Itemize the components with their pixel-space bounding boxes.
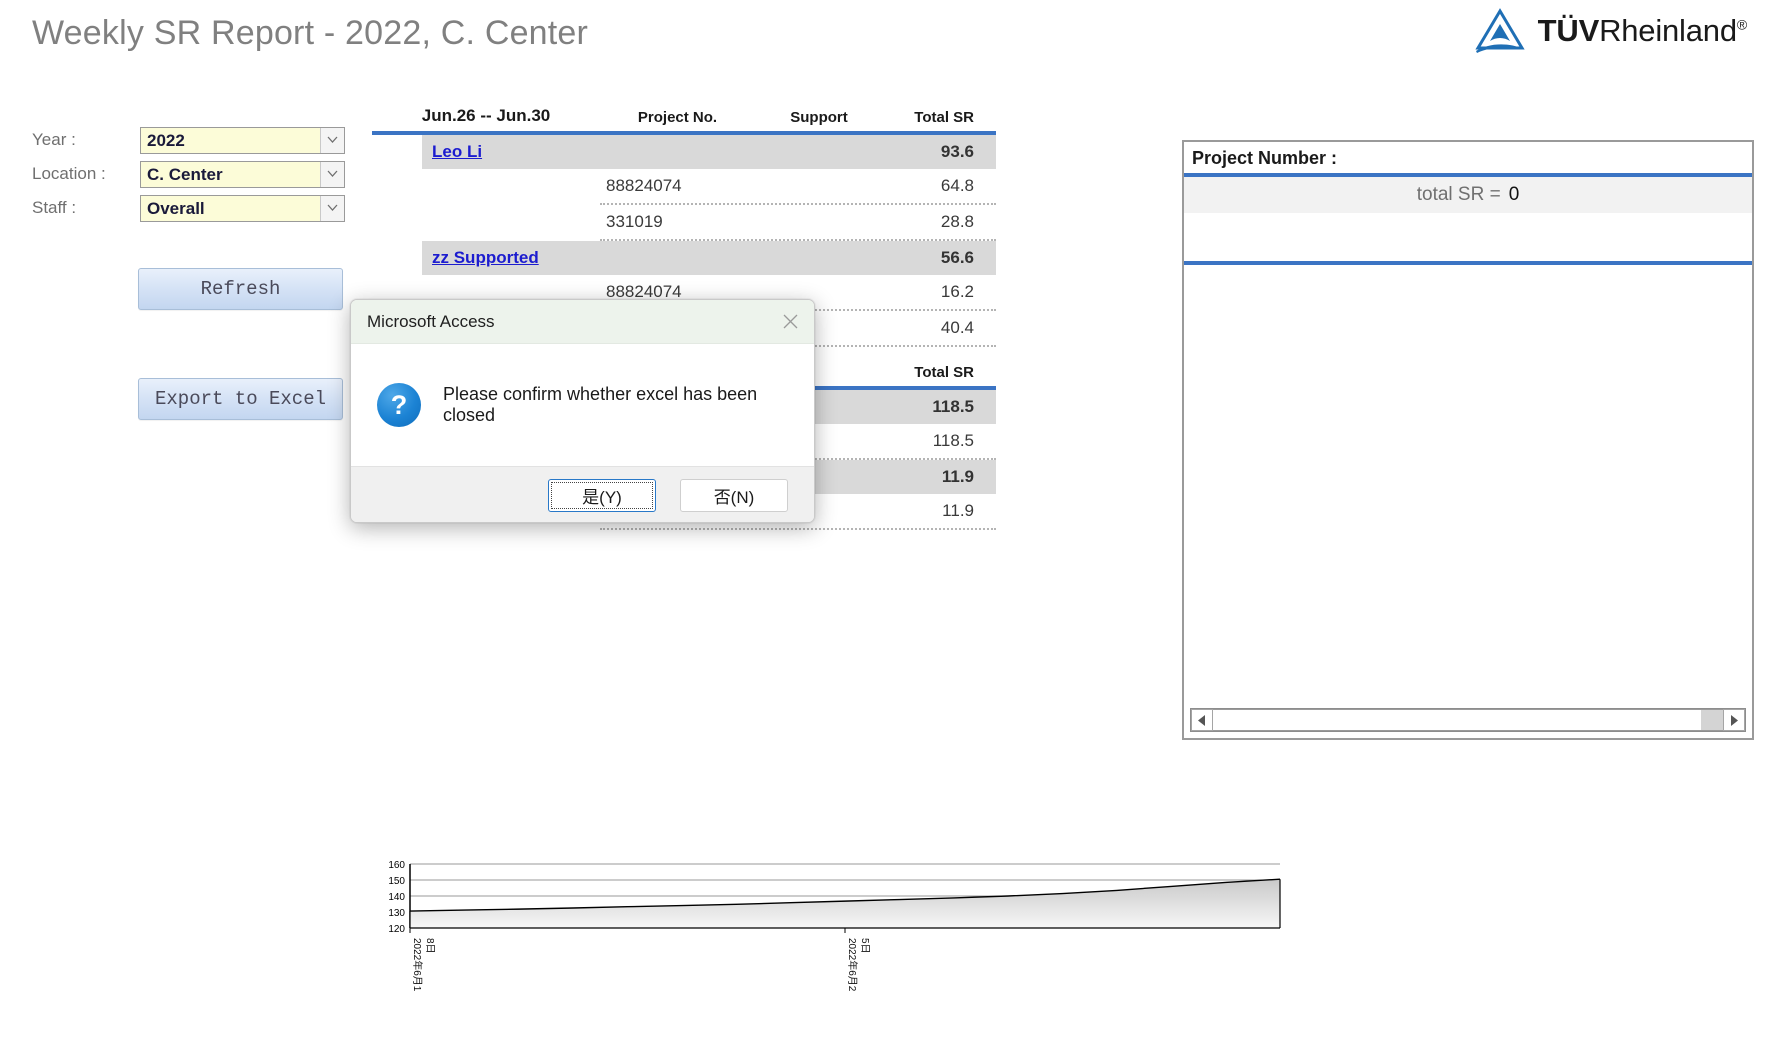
svg-text:2022年6月1: 2022年6月1 xyxy=(411,938,424,992)
project-no-cell: 88824074 xyxy=(606,176,682,195)
table-row-group[interactable]: zz Supported 56.6 xyxy=(372,241,996,275)
action-buttons: Refresh Export to Excel xyxy=(138,268,343,420)
year-value: 2022 xyxy=(147,130,185,150)
column-header-total-sr: Total SR xyxy=(914,109,974,126)
horizontal-scrollbar[interactable] xyxy=(1190,708,1746,732)
row-name-cell xyxy=(422,205,600,239)
staff-label: Staff : xyxy=(32,198,77,217)
filter-row-staff: Staff : Overall xyxy=(32,192,345,224)
row-indent xyxy=(372,241,422,275)
sr-trend-chart: 120 130 140 150 160 2022年6月1 8日 2022年6月2 5日 xyxy=(370,858,1290,1058)
svg-text:160: 160 xyxy=(388,860,405,871)
row-name-cell xyxy=(422,169,600,203)
svg-text:5日: 5日 xyxy=(859,938,870,954)
project-number-title: Project Number : xyxy=(1192,148,1338,168)
group-name-cell: zz Supported xyxy=(422,241,600,275)
column-header-project-no: Project No. xyxy=(637,109,718,126)
logo-registered: ® xyxy=(1736,16,1747,33)
location-value: C. Center xyxy=(147,164,223,184)
tuv-rheinland-logo: TÜVRheinland® xyxy=(1474,8,1747,54)
table-row[interactable]: 331019 28.8 xyxy=(372,205,996,239)
filter-row-location: Location : C. Center xyxy=(32,158,345,190)
table-row-group[interactable]: Leo Li 93.6 xyxy=(372,135,996,169)
scrollbar-thumb[interactable] xyxy=(1701,710,1723,730)
panel-rule-bottom xyxy=(1184,261,1752,265)
project-number-panel: Project Number : total SR = 0 xyxy=(1182,140,1754,740)
svg-text:150: 150 xyxy=(388,876,405,887)
group-total-cell: 118.5 xyxy=(883,390,996,424)
dialog-body: ? Please confirm whether excel has been … xyxy=(351,344,814,466)
svg-text:2022年6月2: 2022年6月2 xyxy=(846,938,859,992)
staff-link[interactable]: zz Supported xyxy=(432,248,539,268)
dialog-title: Microsoft Access xyxy=(367,311,495,331)
staff-value: Overall xyxy=(147,198,205,218)
total-sr-cell: 64.8 xyxy=(940,176,974,195)
location-dropdown[interactable]: C. Center xyxy=(140,160,345,188)
logo-wordmark: TÜVRheinland® xyxy=(1537,13,1748,49)
total-sr-label: total SR = xyxy=(1416,184,1501,205)
row-indent xyxy=(372,169,422,203)
svg-text:120: 120 xyxy=(388,924,405,935)
dialog-title-bar: Microsoft Access xyxy=(351,300,814,344)
dialog-footer: 是(Y) 否(N) xyxy=(351,466,814,522)
scroll-right-arrow-icon[interactable] xyxy=(1723,709,1745,731)
no-button[interactable]: 否(N) xyxy=(680,478,788,512)
total-sr-summary-row: total SR = 0 xyxy=(1184,177,1752,213)
group-name-cell: Leo Li xyxy=(422,135,600,169)
support-cell xyxy=(755,169,883,203)
svg-text:140: 140 xyxy=(388,892,405,903)
row-indent xyxy=(372,135,422,169)
filter-panel: Year : 2022 Location : C. Center Staff :… xyxy=(32,124,345,226)
total-sr-cell: 118.5 xyxy=(932,431,974,450)
group-support-cell xyxy=(755,135,883,169)
location-label: Location : xyxy=(32,164,106,183)
year-dropdown[interactable]: 2022 xyxy=(140,126,345,154)
close-icon[interactable] xyxy=(772,305,808,339)
total-sr-value: 0 xyxy=(1508,184,1520,205)
total-sr-cell: 16.2 xyxy=(940,282,974,301)
chevron-down-icon[interactable] xyxy=(320,127,344,153)
microsoft-access-dialog: Microsoft Access ? Please confirm whethe… xyxy=(350,299,815,523)
group-project-cell xyxy=(600,135,755,169)
table-row[interactable]: 88824074 64.8 xyxy=(372,169,996,203)
page-title: Weekly SR Report - 2022, C. Center xyxy=(32,14,589,52)
chevron-down-icon[interactable] xyxy=(320,161,344,187)
logo-tuv: TÜV xyxy=(1537,13,1600,48)
group-total-cell: 93.6 xyxy=(883,135,996,169)
column-header-support: Support xyxy=(790,109,848,126)
group-total-cell: 11.9 xyxy=(883,460,996,494)
dialog-message: Please confirm whether excel has been cl… xyxy=(443,384,758,425)
total-sr-cell: 40.4 xyxy=(940,318,974,337)
svg-text:130: 130 xyxy=(388,908,405,919)
report-header-row: Jun.26 -- Jun.30 Project No. Support Tot… xyxy=(372,96,996,126)
svg-text:8日: 8日 xyxy=(424,938,435,954)
date-range-label: Jun.26 -- Jun.30 xyxy=(421,106,551,125)
chevron-down-icon[interactable] xyxy=(320,195,344,221)
tuv-triangle-icon xyxy=(1474,8,1526,54)
staff-dropdown[interactable]: Overall xyxy=(140,194,345,222)
group-support-cell xyxy=(755,241,883,275)
project-no-cell: 331019 xyxy=(606,212,663,231)
support-cell xyxy=(755,205,883,239)
scroll-left-arrow-icon[interactable] xyxy=(1191,709,1213,731)
row-indent xyxy=(372,205,422,239)
scrollbar-track[interactable] xyxy=(1213,709,1723,731)
panel-blank-area xyxy=(1184,213,1752,261)
total-sr-cell: 28.8 xyxy=(940,212,974,231)
logo-rheinland: Rheinland xyxy=(1599,13,1737,48)
row-divider xyxy=(600,528,996,530)
total-sr-cell: 11.9 xyxy=(942,501,974,520)
section2-column-header-total-sr: Total SR xyxy=(914,364,974,381)
question-icon: ? xyxy=(377,383,421,427)
filter-row-year: Year : 2022 xyxy=(32,124,345,156)
yes-button[interactable]: 是(Y) xyxy=(548,478,656,512)
year-label: Year : xyxy=(32,130,76,149)
refresh-button[interactable]: Refresh xyxy=(138,268,343,310)
export-to-excel-button[interactable]: Export to Excel xyxy=(138,378,343,420)
group-total-cell: 56.6 xyxy=(883,241,996,275)
staff-link[interactable]: Leo Li xyxy=(432,142,482,162)
group-project-cell xyxy=(600,241,755,275)
